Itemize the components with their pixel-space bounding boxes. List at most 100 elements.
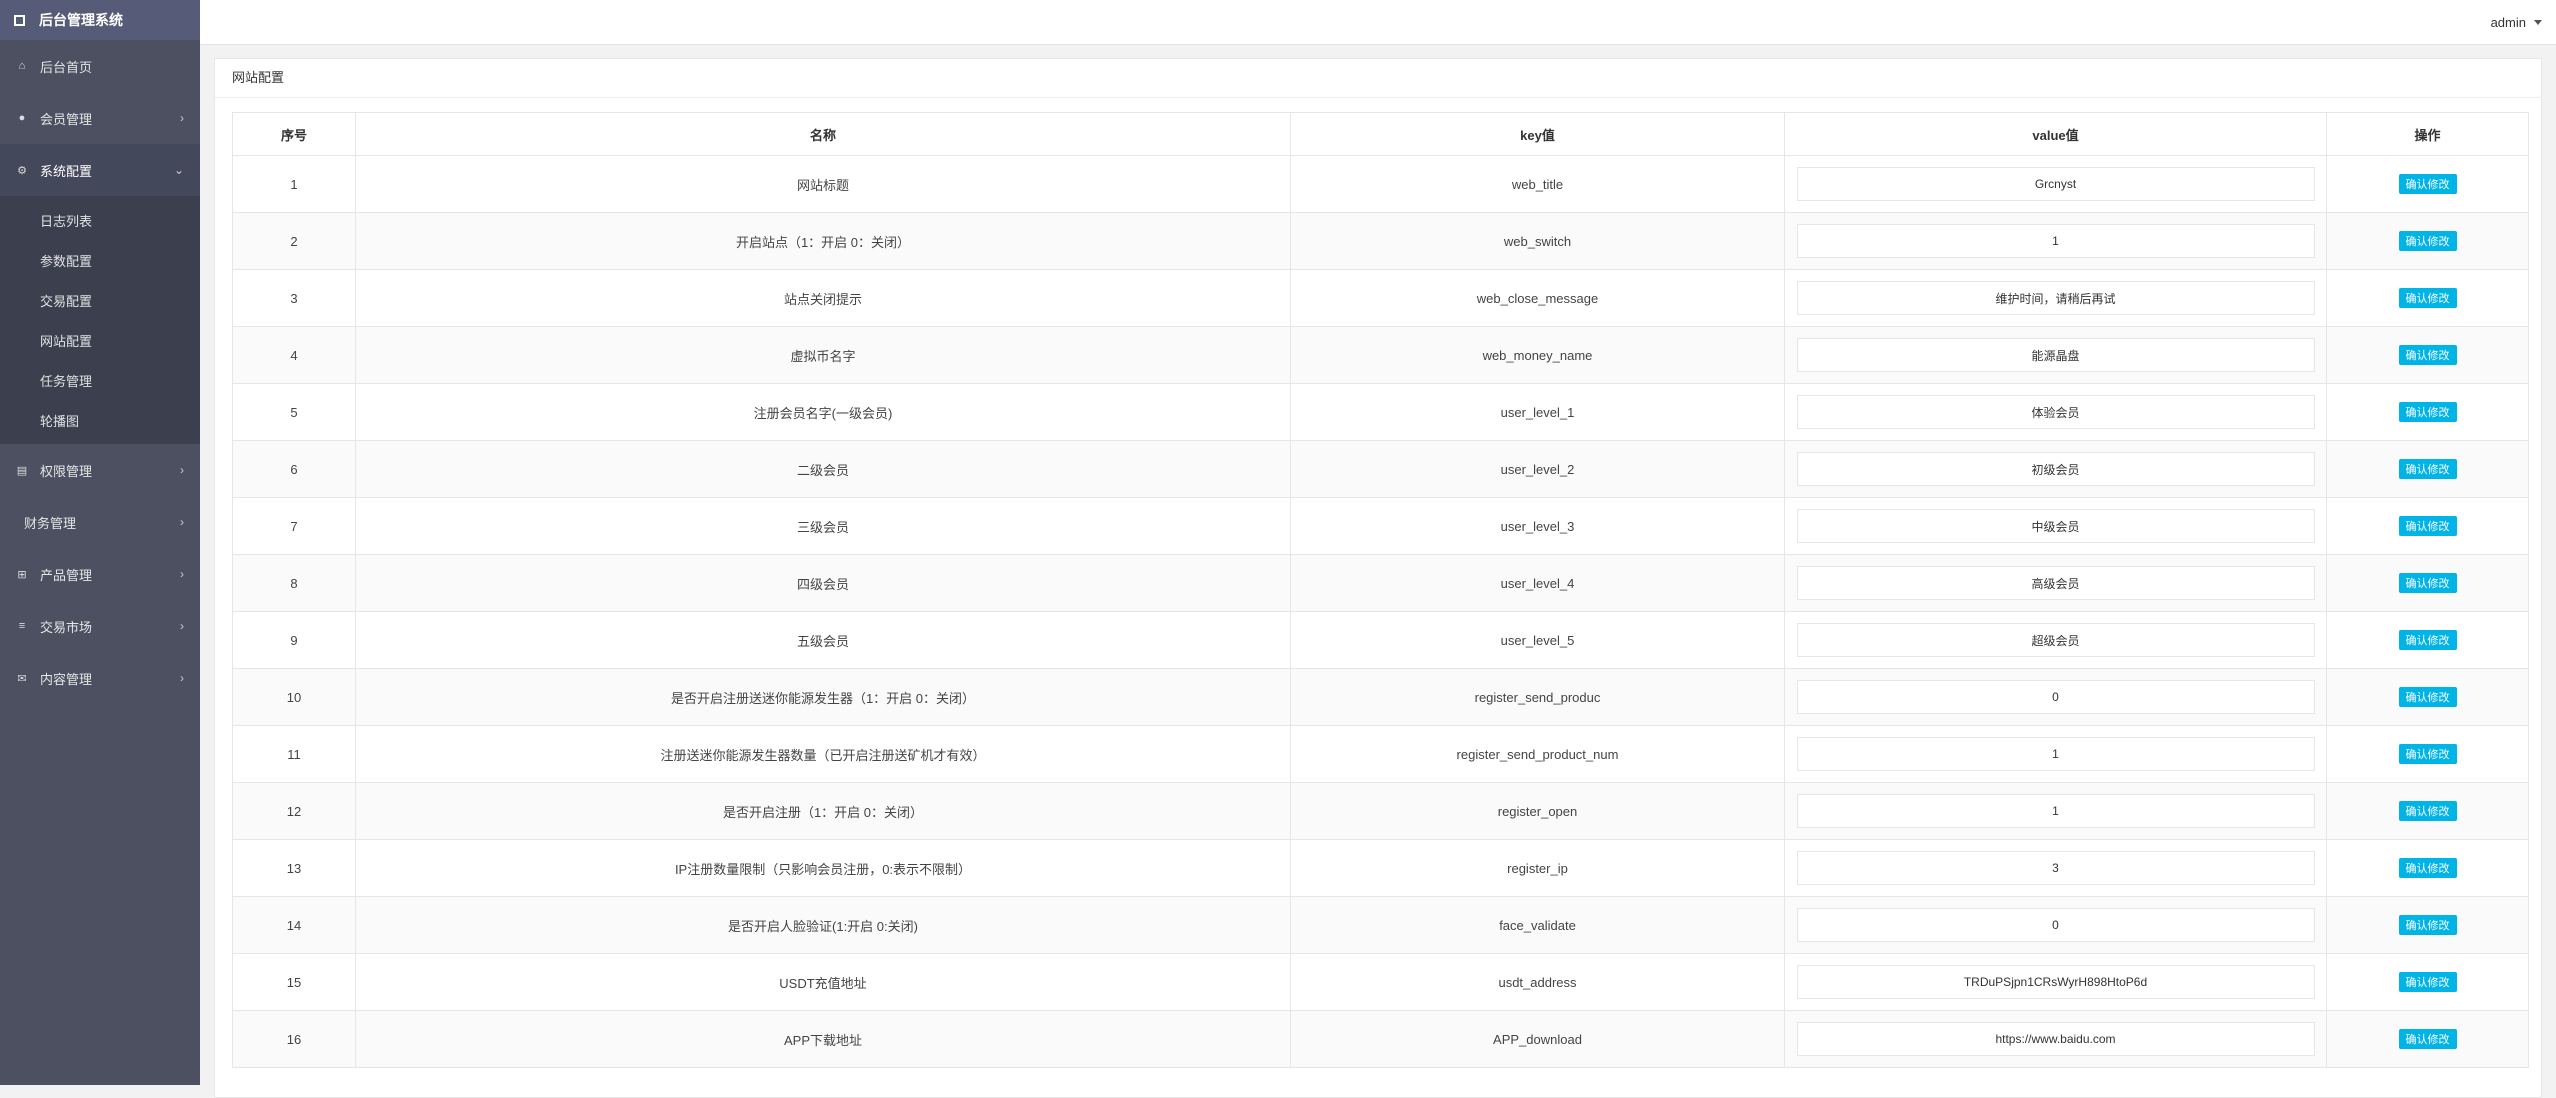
sidebar-item[interactable]: ⌂ 后台首页 [0,40,200,92]
cell-name: 五级会员 [355,611,1291,669]
value-input[interactable] [1796,851,2315,885]
cell-no: 16 [232,1010,356,1068]
confirm-button[interactable]: 确认修改 [2398,630,2457,650]
cell-value [1784,497,2327,555]
user-menu[interactable]: admin [2491,0,2542,44]
app-title: 后台管理系统 [39,12,123,28]
confirm-button[interactable]: 确认修改 [2398,459,2457,479]
cell-key: APP_download [1290,1010,1785,1068]
confirm-button[interactable]: 确认修改 [2398,516,2457,536]
value-input[interactable] [1796,965,2315,999]
confirm-button[interactable]: 确认修改 [2398,687,2457,707]
confirm-button[interactable]: 确认修改 [2398,1029,2457,1049]
windows-icon: ⊞ [17,568,27,581]
sidebar-subitem[interactable]: 日志列表 [0,200,200,240]
value-input[interactable] [1796,167,2315,201]
sidebar-item[interactable]: ⊞ 产品管理 › [0,548,200,600]
confirm-button[interactable]: 确认修改 [2398,231,2457,251]
content-panel: 网站配置 序号 名称 key值 value值 操作 1 网站标题 web_title… [214,58,2542,1098]
value-input[interactable] [1796,509,2315,543]
cell-action: 确认修改 [2326,212,2529,270]
sidebar-item[interactable]: ⚙ 系统配置 ⌄ [0,144,200,196]
sidebar-item-label: 产品管理 [40,567,93,583]
confirm-button[interactable]: 确认修改 [2398,972,2457,992]
confirm-button[interactable]: 确认修改 [2398,174,2457,194]
value-input[interactable] [1796,623,2315,657]
sidebar-menu: ⌂ 后台首页 ● 会员管理 › ⚙ 系统配置 ⌄ 日志列表 参数配置 交易配置 网站配置 任务管理 轮播图… [0,40,200,704]
cell-value [1784,1010,2327,1068]
sidebar-subitem[interactable]: 交易配置 [0,280,200,320]
sidebar-item[interactable]: 财务管理 › [0,496,200,548]
cell-value [1784,725,2327,783]
confirm-button[interactable]: 确认修改 [2398,801,2457,821]
cell-value [1784,554,2327,612]
cell-action: 确认修改 [2326,326,2529,384]
config-table: 序号 名称 key值 value值 操作 1网站标题web_title确认修改2… [232,112,2529,1068]
value-input[interactable] [1796,566,2315,600]
header-key: key值 [1290,112,1785,156]
confirm-button[interactable]: 确认修改 [2398,402,2457,422]
home-icon: ⌂ [18,60,26,72]
chevron-down-icon: ⌄ [173,163,184,177]
table-row: 4虚拟币名字web_money_name 确认修改 [232,326,2529,384]
confirm-button[interactable]: 确认修改 [2398,573,2457,593]
cell-no: 13 [232,839,356,897]
value-input[interactable] [1796,224,2315,258]
cell-action: 确认修改 [2326,554,2529,612]
cell-key: user_level_5 [1290,611,1785,669]
gears-icon: ⚙ [17,164,27,177]
brand[interactable]: 后台管理系统 [0,0,200,40]
sidebar-subitem[interactable]: 轮播图 [0,400,200,440]
cell-key: register_ip [1290,839,1785,897]
value-input[interactable] [1796,395,2315,429]
sidebar-subitem[interactable]: 任务管理 [0,360,200,400]
value-input[interactable] [1796,908,2315,942]
sidebar-subitem[interactable]: 网站配置 [0,320,200,360]
cell-no: 10 [232,668,356,726]
cell-no: 14 [232,896,356,954]
cell-no: 2 [232,212,356,270]
cell-key: user_level_4 [1290,554,1785,612]
value-input[interactable] [1796,281,2315,315]
confirm-button[interactable]: 确认修改 [2398,915,2457,935]
table-row: 1网站标题web_title 确认修改 [232,155,2529,213]
cell-key: user_level_2 [1290,440,1785,498]
chevron-right-icon: › [180,619,184,633]
cell-name: 站点关闭提示 [355,269,1291,327]
confirm-button[interactable]: 确认修改 [2398,744,2457,764]
panel-title: 网站配置 [215,59,2541,98]
value-input[interactable] [1796,737,2315,771]
cell-name: 是否开启人脸验证(1:开启 0:关闭) [355,896,1291,954]
cell-action: 确认修改 [2326,269,2529,327]
sidebar-item-label: 后台首页 [40,59,93,75]
confirm-button[interactable]: 确认修改 [2398,288,2457,308]
table-row: 6二级会员user_level_2 确认修改 [232,440,2529,498]
sidebar-item[interactable]: ≡ 交易市场 › [0,600,200,652]
chevron-right-icon: › [180,463,184,477]
confirm-button[interactable]: 确认修改 [2398,345,2457,365]
cell-name: 虚拟币名字 [355,326,1291,384]
sidebar-item[interactable]: ✉ 内容管理 › [0,652,200,704]
cell-value [1784,896,2327,954]
list-alt-icon: ▤ [16,464,28,477]
value-input[interactable] [1796,1022,2315,1056]
caret-down-icon [2534,19,2542,25]
cell-action: 确认修改 [2326,1010,2529,1068]
cell-action: 确认修改 [2326,497,2529,555]
value-input[interactable] [1796,452,2315,486]
sidebar-item[interactable]: ● 会员管理 › [0,92,200,144]
top-bar: admin [200,0,2556,45]
cell-value [1784,953,2327,1011]
cell-action: 确认修改 [2326,896,2529,954]
table-row: 2开启站点（1：开启 0：关闭）web_switch 确认修改 [232,212,2529,270]
cell-action: 确认修改 [2326,953,2529,1011]
value-input[interactable] [1796,680,2315,714]
cell-name: IP注册数量限制（只影响会员注册，0:表示不限制） [355,839,1291,897]
confirm-button[interactable]: 确认修改 [2398,858,2457,878]
value-input[interactable] [1796,338,2315,372]
sidebar-item[interactable]: ▤ 权限管理 › [0,444,200,496]
cell-value [1784,212,2327,270]
value-input[interactable] [1796,794,2315,828]
sidebar-subitem[interactable]: 参数配置 [0,240,200,280]
square-icon [14,14,25,26]
